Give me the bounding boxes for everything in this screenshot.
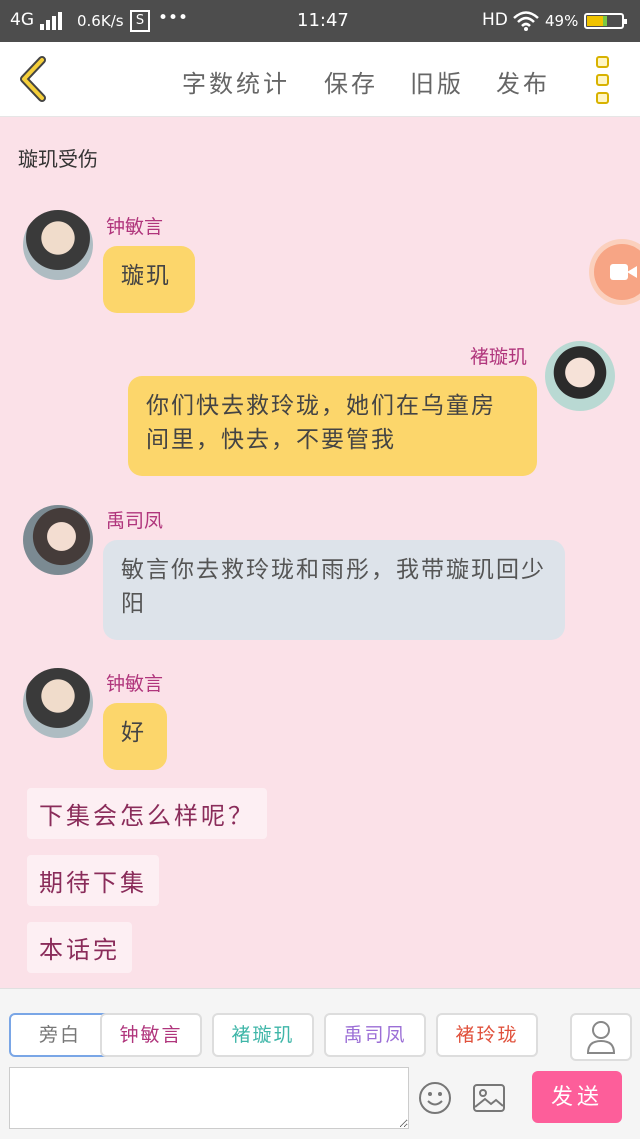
- speaker-name: 禹司凤: [106, 510, 164, 532]
- message-input[interactable]: [9, 1067, 409, 1129]
- message-bubble[interactable]: 好: [103, 703, 167, 770]
- status-bar: 4G 0.6K/s S ••• 11:47 HD 49%: [0, 0, 640, 42]
- word-count-button[interactable]: 字数统计: [182, 64, 290, 99]
- battery-icon: [584, 13, 627, 29]
- avatar[interactable]: [23, 505, 93, 575]
- emoji-icon[interactable]: [418, 1081, 452, 1115]
- scene-title: 璇玑受伤: [18, 147, 98, 171]
- speaker-name: 褚璇玑: [470, 346, 528, 368]
- narration-line[interactable]: 下集会怎么样呢？: [27, 788, 267, 839]
- app-notification-icon: S: [130, 10, 150, 32]
- editor-header: 字数统计 保存 旧版 发布: [0, 42, 640, 117]
- hd-indicator: HD: [482, 10, 508, 30]
- message-bubble[interactable]: 璇玑: [103, 246, 195, 313]
- narration-line[interactable]: 期待下集: [27, 855, 159, 906]
- network-type: 4G: [10, 10, 34, 30]
- signal-icon: [40, 12, 64, 30]
- network-speed: 0.6K/s: [77, 12, 124, 30]
- compose-bar: 旁白 钟敏言 褚璇玑 禹司凤 褚玲珑 发送: [0, 988, 640, 1139]
- video-record-button[interactable]: [594, 244, 640, 300]
- person-icon: [586, 1021, 616, 1054]
- speaker-name: 钟敏言: [106, 216, 164, 238]
- speaker-name: 钟敏言: [106, 673, 164, 695]
- send-button[interactable]: 发送: [532, 1071, 622, 1123]
- message-bubble[interactable]: 敏言你去救玲珑和雨彤，我带璇玑回少阳: [103, 540, 565, 640]
- camera-icon: [610, 264, 628, 280]
- battery-percent: 49%: [545, 12, 579, 30]
- avatar[interactable]: [23, 210, 93, 280]
- narration-line[interactable]: 本话完: [27, 922, 132, 973]
- more-menu-icon[interactable]: [594, 54, 616, 106]
- role-manager-button[interactable]: [570, 1013, 632, 1061]
- clock: 11:47: [297, 10, 349, 31]
- role-chip-narrator[interactable]: 旁白: [9, 1013, 111, 1057]
- avatar[interactable]: [545, 341, 615, 411]
- more-notifications: •••: [158, 8, 189, 28]
- role-chip[interactable]: 褚璇玑: [212, 1013, 314, 1057]
- save-button[interactable]: 保存: [324, 64, 378, 99]
- back-icon[interactable]: [14, 56, 54, 102]
- publish-button[interactable]: 发布: [496, 64, 550, 99]
- wifi-icon: [513, 11, 539, 31]
- message-bubble[interactable]: 你们快去救玲珑，她们在乌童房间里，快去，不要管我: [128, 376, 537, 476]
- role-chip[interactable]: 禹司凤: [324, 1013, 426, 1057]
- avatar[interactable]: [23, 668, 93, 738]
- role-chip[interactable]: 钟敏言: [100, 1013, 202, 1057]
- role-chip[interactable]: 褚玲珑: [436, 1013, 538, 1057]
- image-icon[interactable]: [472, 1083, 506, 1113]
- old-version-button[interactable]: 旧版: [410, 64, 464, 99]
